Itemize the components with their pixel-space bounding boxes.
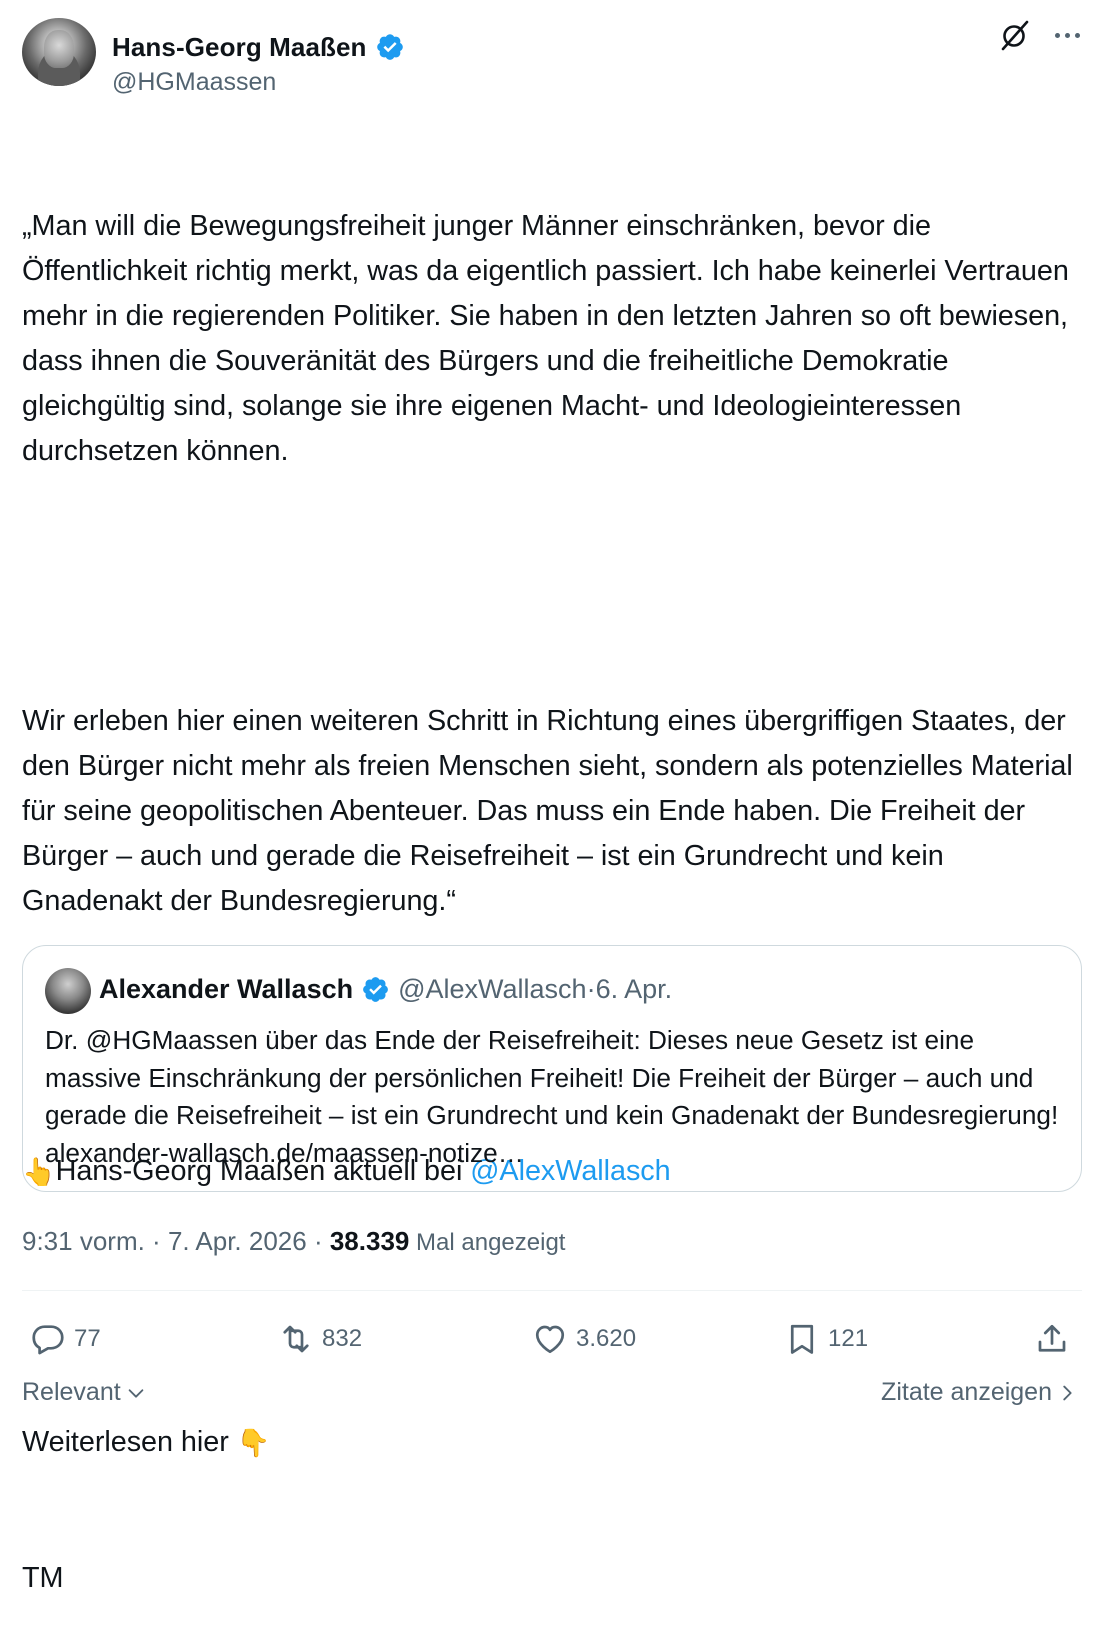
like-count: 3.620 [576,1325,637,1352]
divider [22,1290,1082,1291]
quoted-post-text: Dr. @HGMaassen über das Ende der Reisefr… [45,1025,1059,1168]
replies-footer: Relevant Zitate anzeigen [22,1378,1084,1418]
author-name-row: Hans-Georg Maaßen [112,30,405,64]
post-paragraph-2: Wir erleben hier einen weiteren Schritt … [22,705,1081,917]
reply-count: 77 [74,1325,101,1352]
repost-count: 832 [322,1325,363,1352]
quoted-author-handle[interactable]: @AlexWallasch [398,974,586,1005]
view-quotes-label: Zitate anzeigen [881,1378,1052,1406]
reply-button[interactable]: 77 [30,1314,101,1364]
quoted-author-avatar[interactable] [45,968,91,1014]
post-paragraph-1: „Man will die Bewegungsfreiheit junger M… [22,210,1077,467]
views-label: Mal angezeigt [409,1229,566,1256]
chevron-right-icon [1063,1385,1072,1400]
author-avatar[interactable] [22,18,96,86]
share-icon [1038,1324,1066,1352]
post-date[interactable]: 7. Apr. 2026 [168,1226,307,1256]
share-button[interactable] [1034,1314,1078,1364]
post-meta: 9:31 vorm. · 7. Apr. 2026 · 38.339 Mal a… [22,1226,565,1257]
like-icon [535,1325,565,1354]
repost-button[interactable]: 832 [278,1314,362,1364]
author-name[interactable]: Hans-Georg Maaßen [112,32,367,63]
post-signature: TM [22,1562,64,1594]
quoted-separator: · [586,974,596,1004]
bookmark-button[interactable]: 121 [784,1314,868,1364]
sort-dropdown[interactable]: Relevant [22,1378,147,1407]
repost-icon [283,1325,309,1353]
reply-icon [32,1325,64,1355]
post-time[interactable]: 9:31 vorm. [22,1226,145,1256]
quoted-post-header: Alexander Wallasch @AlexWallasch · 6. Ap… [99,974,672,1005]
bookmark-icon [790,1324,814,1354]
meta-separator: · [306,1226,330,1256]
author-handle[interactable]: @HGMaassen [112,68,276,97]
quoted-author-name[interactable]: Alexander Wallasch [99,974,353,1005]
chevron-down-icon [128,1388,144,1398]
post-line-read-more: Weiterlesen hier 👇 [22,1420,1092,1466]
more-icon[interactable] [1050,20,1084,50]
quoted-date[interactable]: 6. Apr. [596,974,673,1005]
like-button[interactable]: 3.620 [532,1314,636,1364]
quoted-post[interactable]: Alexander Wallasch @AlexWallasch · 6. Ap… [22,945,1082,1192]
meta-separator: · [144,1226,168,1256]
views-count: 38.339 [329,1226,410,1256]
bookmark-count: 121 [828,1325,869,1352]
verified-badge-icon [363,977,388,1002]
read-more-text: Weiterlesen hier [22,1426,237,1458]
sort-label: Relevant [22,1378,121,1406]
post-header: Hans-Georg Maaßen @HGMaassen [22,18,1084,96]
grok-icon[interactable] [998,18,1032,52]
view-quotes-link[interactable]: Zitate anzeigen [881,1378,1078,1407]
verified-badge-icon [376,34,403,60]
action-bar: 77 832 3.620 121 [22,1314,1084,1364]
